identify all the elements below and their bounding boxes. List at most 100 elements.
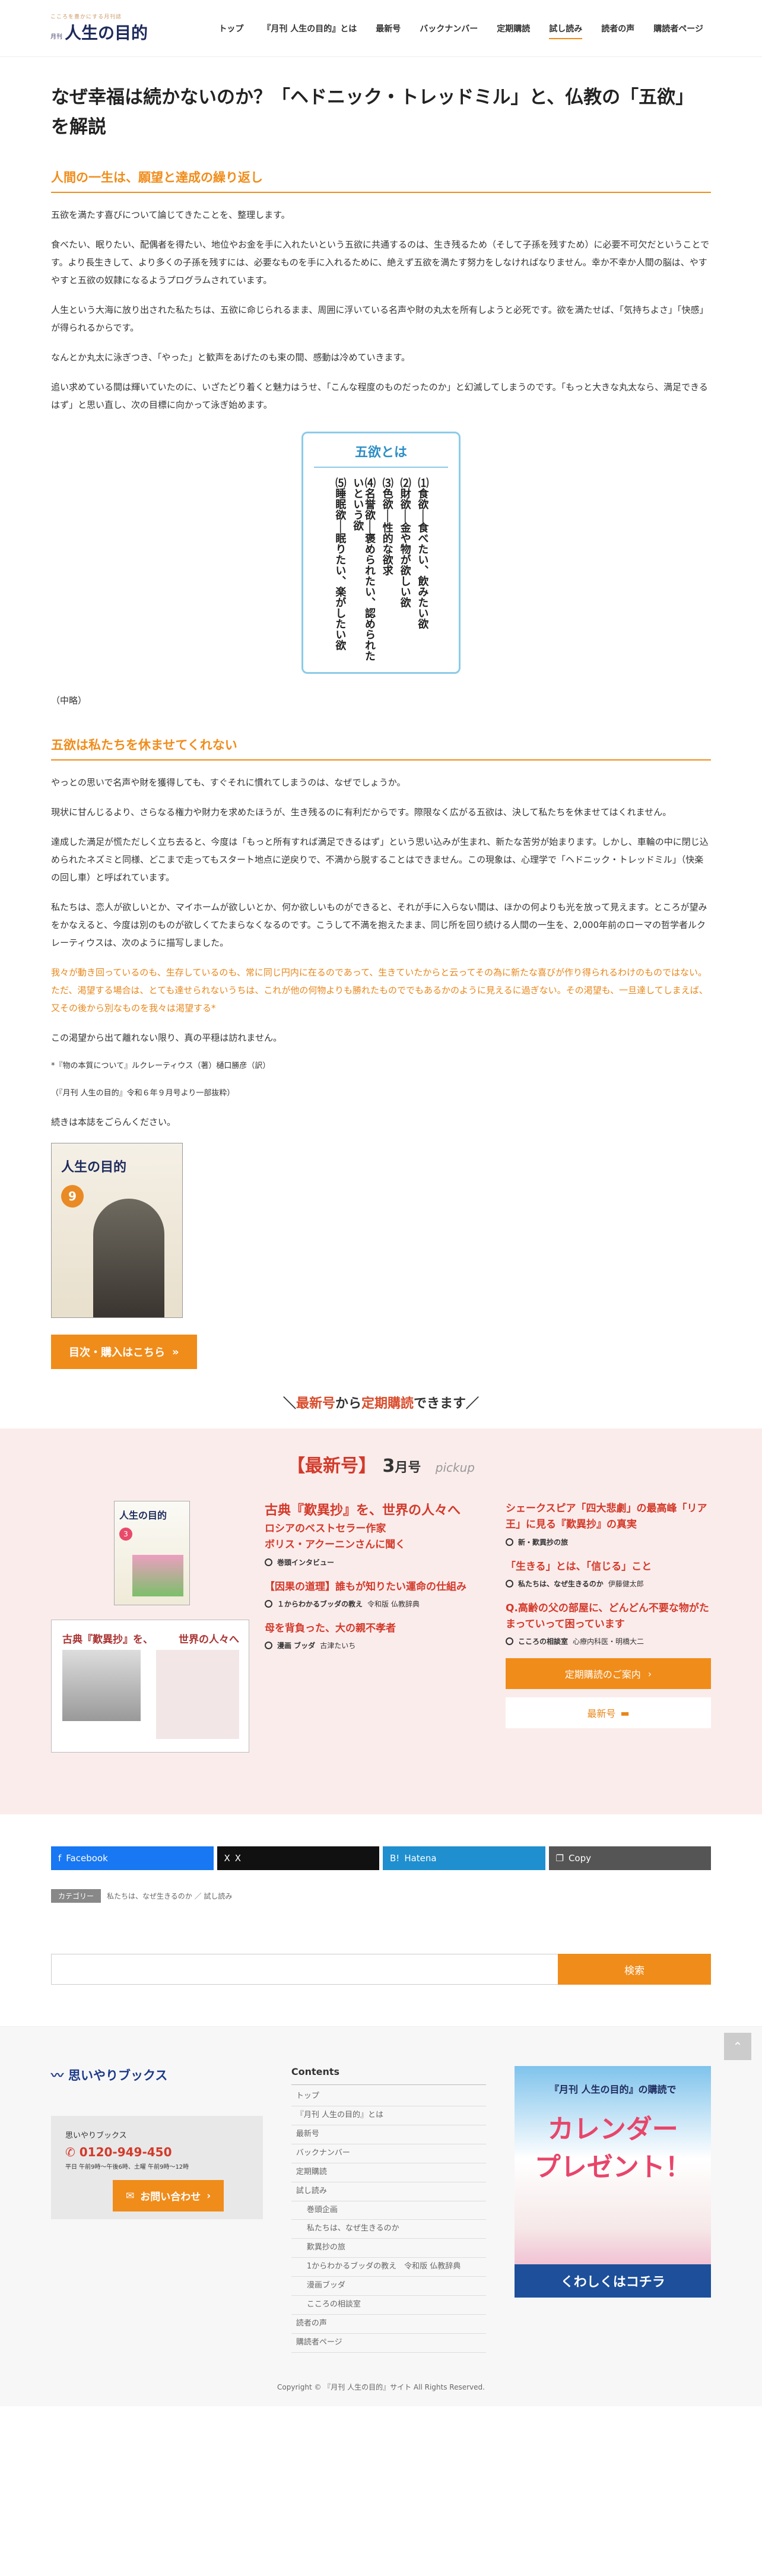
callout-suffix: できます／ (414, 1396, 480, 1412)
latest-issue-button[interactable]: 最新号 ▬ (506, 1697, 711, 1729)
cover-title: 人生の目的 (61, 1159, 127, 1175)
gokyoku-list: ⑴食欲──食べたい、飲みたい欲 ⑵財欲──金や物が欲しい欲 ⑶色欲──性的な欲求… (314, 477, 448, 661)
buy-button-label: 目次・購入はこちら (69, 1346, 165, 1360)
gokyoku-item: ⑶色欲──性的な欲求 (380, 477, 393, 576)
meta-label: 新・歎異抄の旅 (518, 1538, 569, 1547)
nav-trial[interactable]: 試し読み (541, 18, 590, 39)
spread-title-left: 古典『歎異抄』を、 (62, 1634, 153, 1646)
article-title[interactable]: 「生きる」とは、「信じる」こと (506, 1559, 711, 1575)
meta-label: こころの相談室 (518, 1637, 569, 1646)
paragraph: 食べたい、眠りたい、配偶者を得たい、地位やお金を手に入れたいという五欲に共通する… (51, 239, 710, 286)
book-icon: ▬ (620, 1707, 630, 1719)
callout-mid: から (335, 1396, 361, 1412)
footer-logo[interactable]: 〰思いやりブックス (51, 2066, 263, 2084)
nav-latest[interactable]: 最新号 (367, 18, 409, 39)
latest-cover[interactable]: 人生の目的 3 (114, 1501, 190, 1606)
latest-pickup: pickup (435, 1460, 475, 1475)
logo-tagline: こころを豊かにする月刊誌 (50, 14, 122, 20)
subscription-guide-button[interactable]: 定期購読のご案内 › (506, 1658, 711, 1690)
paragraph: なんとか丸太に泳ぎつき、「やった」と歓声をあげたのも束の間、感動は冷めていきます… (51, 352, 410, 363)
magazine-cover[interactable]: 人生の目的 9 (51, 1143, 183, 1319)
nav-subscription[interactable]: 定期購読 (488, 18, 538, 39)
footer-link[interactable]: 『月刊 人生の目的』とは (291, 2106, 487, 2125)
share-x[interactable]: XX (217, 1846, 379, 1871)
feature-subtitle: ロシアのベストセラー作家 ボリス・アクーニンさんに聞く (265, 1523, 406, 1551)
gokyoku-item: ⑵財欲──金や物が欲しい欲 (398, 477, 411, 608)
footer-link[interactable]: 漫画ブッダ (291, 2277, 487, 2296)
search-button[interactable]: 検索 (558, 1954, 711, 1985)
share-hatena[interactable]: B! Hatena (383, 1846, 545, 1871)
spread-photo (62, 1650, 141, 1722)
contact-button-label: お問い合わせ (140, 2191, 201, 2204)
footer-link[interactable]: 私たちは、なぜ生きるのか (291, 2220, 487, 2239)
feature-title[interactable]: 古典『歎異抄』を、世界の人々へ (265, 1501, 490, 1521)
footer-link[interactable]: 歎異抄の旅 (291, 2239, 487, 2258)
global-nav: トップ 『月刊 人生の目的』とは 最新号 バックナンバー 定期購読 試し読み 読… (210, 18, 712, 39)
chevron-right-icon: › (207, 2190, 211, 2202)
chevron-up-icon: ⌃ (732, 2039, 743, 2054)
banner-main: カレンダー プレゼント！ (534, 2114, 691, 2183)
latest-body: 人生の目的 3 古典『歎異抄』を、 世界の人々へ 古典『歎異抄』を、世界の人々へ… (51, 1501, 711, 1753)
share-label: Hatena (404, 1853, 437, 1864)
latest-heading: 【最新号】 3月号 pickup (51, 1428, 711, 1477)
nav-top[interactable]: トップ (210, 18, 252, 39)
paragraph: 私たちは、恋人が欲しいとか、マイホームが欲しいとか、何か欲しいものができると、そ… (51, 902, 707, 949)
site-logo[interactable]: こころを豊かにする月刊誌 月刊 人生の目的 (50, 12, 175, 44)
share-facebook[interactable]: f Facebook (51, 1846, 214, 1871)
x-icon: X (224, 1853, 230, 1864)
contact-tel[interactable]: ✆ 0120-949-450 (65, 2145, 249, 2159)
buy-button[interactable]: 目次・購入はこちら » (51, 1335, 197, 1370)
callout-subscription[interactable]: 定期購読 (361, 1396, 414, 1411)
footer-link[interactable]: バックナンバー (291, 2144, 487, 2163)
article-title[interactable]: Q.高齢の父の部屋に、どんどん不要な物がたまっていって困っています (506, 1601, 711, 1633)
latest-articles-right: シェークスピア「四大悲劇」の最高峰「リア王」に見る『歎異抄』の真実 新・歎異抄の… (506, 1501, 711, 1753)
gokyoku-item: ⑷名誉欲──褒められたい、認められたいという欲 (351, 477, 376, 661)
search-input[interactable] (51, 1954, 558, 1985)
contact-button[interactable]: ✉ お問い合わせ › (113, 2180, 224, 2212)
footer-company: 〰思いやりブックス 思いやりブックス ✆ 0120-949-450 平日 午前9… (51, 2066, 263, 2352)
nav-backnumber[interactable]: バックナンバー (411, 18, 486, 39)
footer-link[interactable]: 1からわかるブッダの教え 令和版 仏教辞典 (291, 2258, 487, 2277)
article-title[interactable]: 母を背負った、大の親不孝者 (265, 1621, 490, 1637)
article-title[interactable]: 【因果の道理】誰もが知りたい運命の仕組み (265, 1579, 490, 1595)
logo-text: 月刊 人生の目的 (50, 20, 175, 44)
article-meta: １からわかるブッダの教え 令和版 仏教辞典 (265, 1599, 490, 1609)
callout-latest[interactable]: 最新号 (296, 1396, 335, 1411)
mail-icon: ✉ (126, 2190, 135, 2202)
nav-subscriber-page[interactable]: 購読者ページ (645, 18, 712, 39)
footer-logo-text: 思いやりブックス (68, 2068, 168, 2083)
footer-link[interactable]: こころの相談室 (291, 2296, 487, 2315)
footer-link[interactable]: 購読者ページ (291, 2334, 487, 2353)
subscription-callout: ＼最新号から定期購読できます／ (0, 1393, 762, 1412)
footer-link[interactable]: 最新号 (291, 2125, 487, 2144)
footer-link[interactable]: 定期購読 (291, 2163, 487, 2182)
gokyoku-item: ⑸睡眠欲──眠りたい、楽がしたい欲 (334, 477, 347, 651)
latest-cover-title: 人生の目的 (119, 1510, 167, 1522)
cover-issue-number: 9 (61, 1185, 84, 1208)
share-copy[interactable]: ❐ Copy (548, 1846, 711, 1871)
share-label: X (234, 1853, 242, 1864)
contents-title: Contents (291, 2066, 487, 2086)
article-title[interactable]: シェークスピア「四大悲劇」の最高峰「リア王」に見る『歎異抄』の真実 (506, 1501, 711, 1533)
page-title: なぜ幸福は続かないのか？「ヘドニック・トレッドミル」と、仏教の「五欲」を解説 (51, 87, 694, 138)
footer-link[interactable]: 巻頭企画 (291, 2201, 487, 2220)
circle-icon (265, 1599, 272, 1608)
banner-button[interactable]: くわしくはコチラ (515, 2264, 712, 2298)
latest-month-unit: 月号 (395, 1460, 421, 1476)
nav-voices[interactable]: 読者の声 (593, 18, 643, 39)
calendar-banner[interactable]: 『月刊 人生の目的』の購読で カレンダー プレゼント！ くわしくはコチラ (515, 2066, 712, 2298)
meta-label: １からわかるブッダの教え (277, 1599, 363, 1608)
latest-images: 人生の目的 3 古典『歎異抄』を、 世界の人々へ (51, 1501, 249, 1753)
footer-link[interactable]: トップ (291, 2087, 487, 2107)
footer-columns: 〰思いやりブックス 思いやりブックス ✆ 0120-949-450 平日 午前9… (0, 2027, 762, 2353)
article-meta: 漫画 ブッダ 古津たいち (265, 1640, 490, 1650)
site-footer: ⌃ 〰思いやりブックス 思いやりブックス ✆ 0120-949-450 平日 午… (0, 2026, 762, 2407)
nav-about[interactable]: 『月刊 人生の目的』とは (254, 18, 365, 39)
back-to-top-button[interactable]: ⌃ (724, 2033, 751, 2061)
footer-link[interactable]: 読者の声 (291, 2315, 487, 2334)
meta-label: 私たちは、なぜ生きるのか (518, 1579, 604, 1588)
meta-label: 巻頭インタビュー (277, 1558, 335, 1567)
footer-link[interactable]: 試し読み (291, 2182, 487, 2201)
category-path[interactable]: 私たちは、なぜ生きるのか ／ 試し読み (107, 1891, 232, 1901)
gokyoku-title: 五欲とは (314, 442, 448, 468)
